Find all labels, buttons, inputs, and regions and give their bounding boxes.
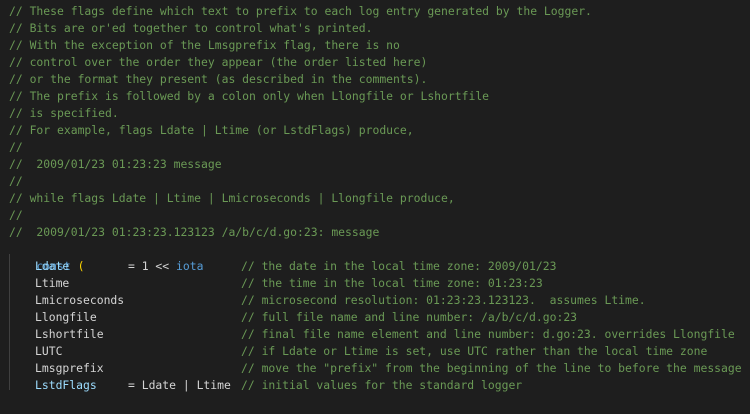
const-comment: // full file name and line number: /a/b/… [241, 310, 578, 324]
code-comment-line: // [9, 174, 23, 188]
code-editor[interactable]: // These flags define which text to pref… [0, 0, 750, 414]
const-line-ltime: Ltime // the time in the local time zone… [0, 275, 750, 292]
code-comment-line: // while flags Ldate | Ltime | Lmicrosec… [9, 191, 455, 205]
code-comment-line: // 2009/01/23 01:23:23.123123 /a/b/c/d.g… [9, 225, 380, 239]
code-comment-line: // For example, flags Ldate | Ltime (or … [9, 123, 414, 137]
const-name: Lshortfile [35, 327, 104, 341]
const-name: Llongfile [35, 310, 97, 324]
code-comment-line: // The prefix is followed by a colon onl… [9, 89, 490, 103]
code-comment-line: // is specified. [9, 106, 119, 120]
const-line-lmsgprefix: Lmsgprefix // move the "prefix" from the… [0, 360, 750, 377]
const-comment: // microsecond resolution: 01:23:23.1231… [241, 293, 646, 307]
const-line-lutc: LUTC // if Ldate or Ltime is set, use UT… [0, 343, 750, 360]
const-line-llongfile: Llongfile // full file name and line num… [0, 309, 750, 326]
const-assign: = 1 << [128, 259, 177, 273]
const-name: Ldate [35, 259, 70, 273]
iota-keyword: iota [176, 259, 204, 273]
const-name: Lmicroseconds [35, 293, 125, 307]
const-name: LstdFlags [35, 378, 97, 392]
code-comment-line: // control over the order they appear (t… [9, 55, 428, 69]
const-name: Lmsgprefix [35, 361, 104, 375]
code-comment-line: // With the exception of the Lmsgprefix … [9, 38, 400, 52]
const-line-ldate: Ldate = 1 << iota // the date in the loc… [0, 258, 750, 275]
code-comment-line: // Bits are or'ed together to control wh… [9, 21, 373, 35]
close-paren-line: ) [9, 394, 43, 414]
code-comment-line: // or the format they present (as descri… [9, 72, 428, 86]
const-declaration-line: const ( [9, 241, 84, 273]
const-line-lmicroseconds: Lmicroseconds // microsecond resolution:… [0, 292, 750, 309]
const-comment: // if Ldate or Ltime is set, use UTC rat… [241, 344, 708, 358]
const-line-lstdflags: LstdFlags = Ldate | Ltime // initial val… [0, 377, 750, 394]
const-comment: // the date in the local time zone: 2009… [241, 259, 557, 273]
code-comment-line: // These flags define which text to pref… [9, 4, 592, 18]
const-line-lshortfile: Lshortfile // final file name element an… [0, 326, 750, 343]
const-comment: // move the "prefix" from the beginning … [241, 361, 742, 375]
const-comment: // final file name element and line numb… [241, 327, 735, 341]
code-comment-line: // [9, 208, 23, 222]
const-comment: // initial values for the standard logge… [241, 378, 523, 392]
const-value: = Ldate | Ltime [128, 378, 231, 392]
const-name: LUTC [35, 344, 63, 358]
const-comment: // the time in the local time zone: 01:2… [241, 276, 543, 290]
code-comment-line: // 2009/01/23 01:23:23 message [9, 157, 222, 171]
const-name: Ltime [35, 276, 70, 290]
code-comment-line: // [9, 140, 23, 154]
const-value: = 1 << iota [128, 258, 203, 275]
